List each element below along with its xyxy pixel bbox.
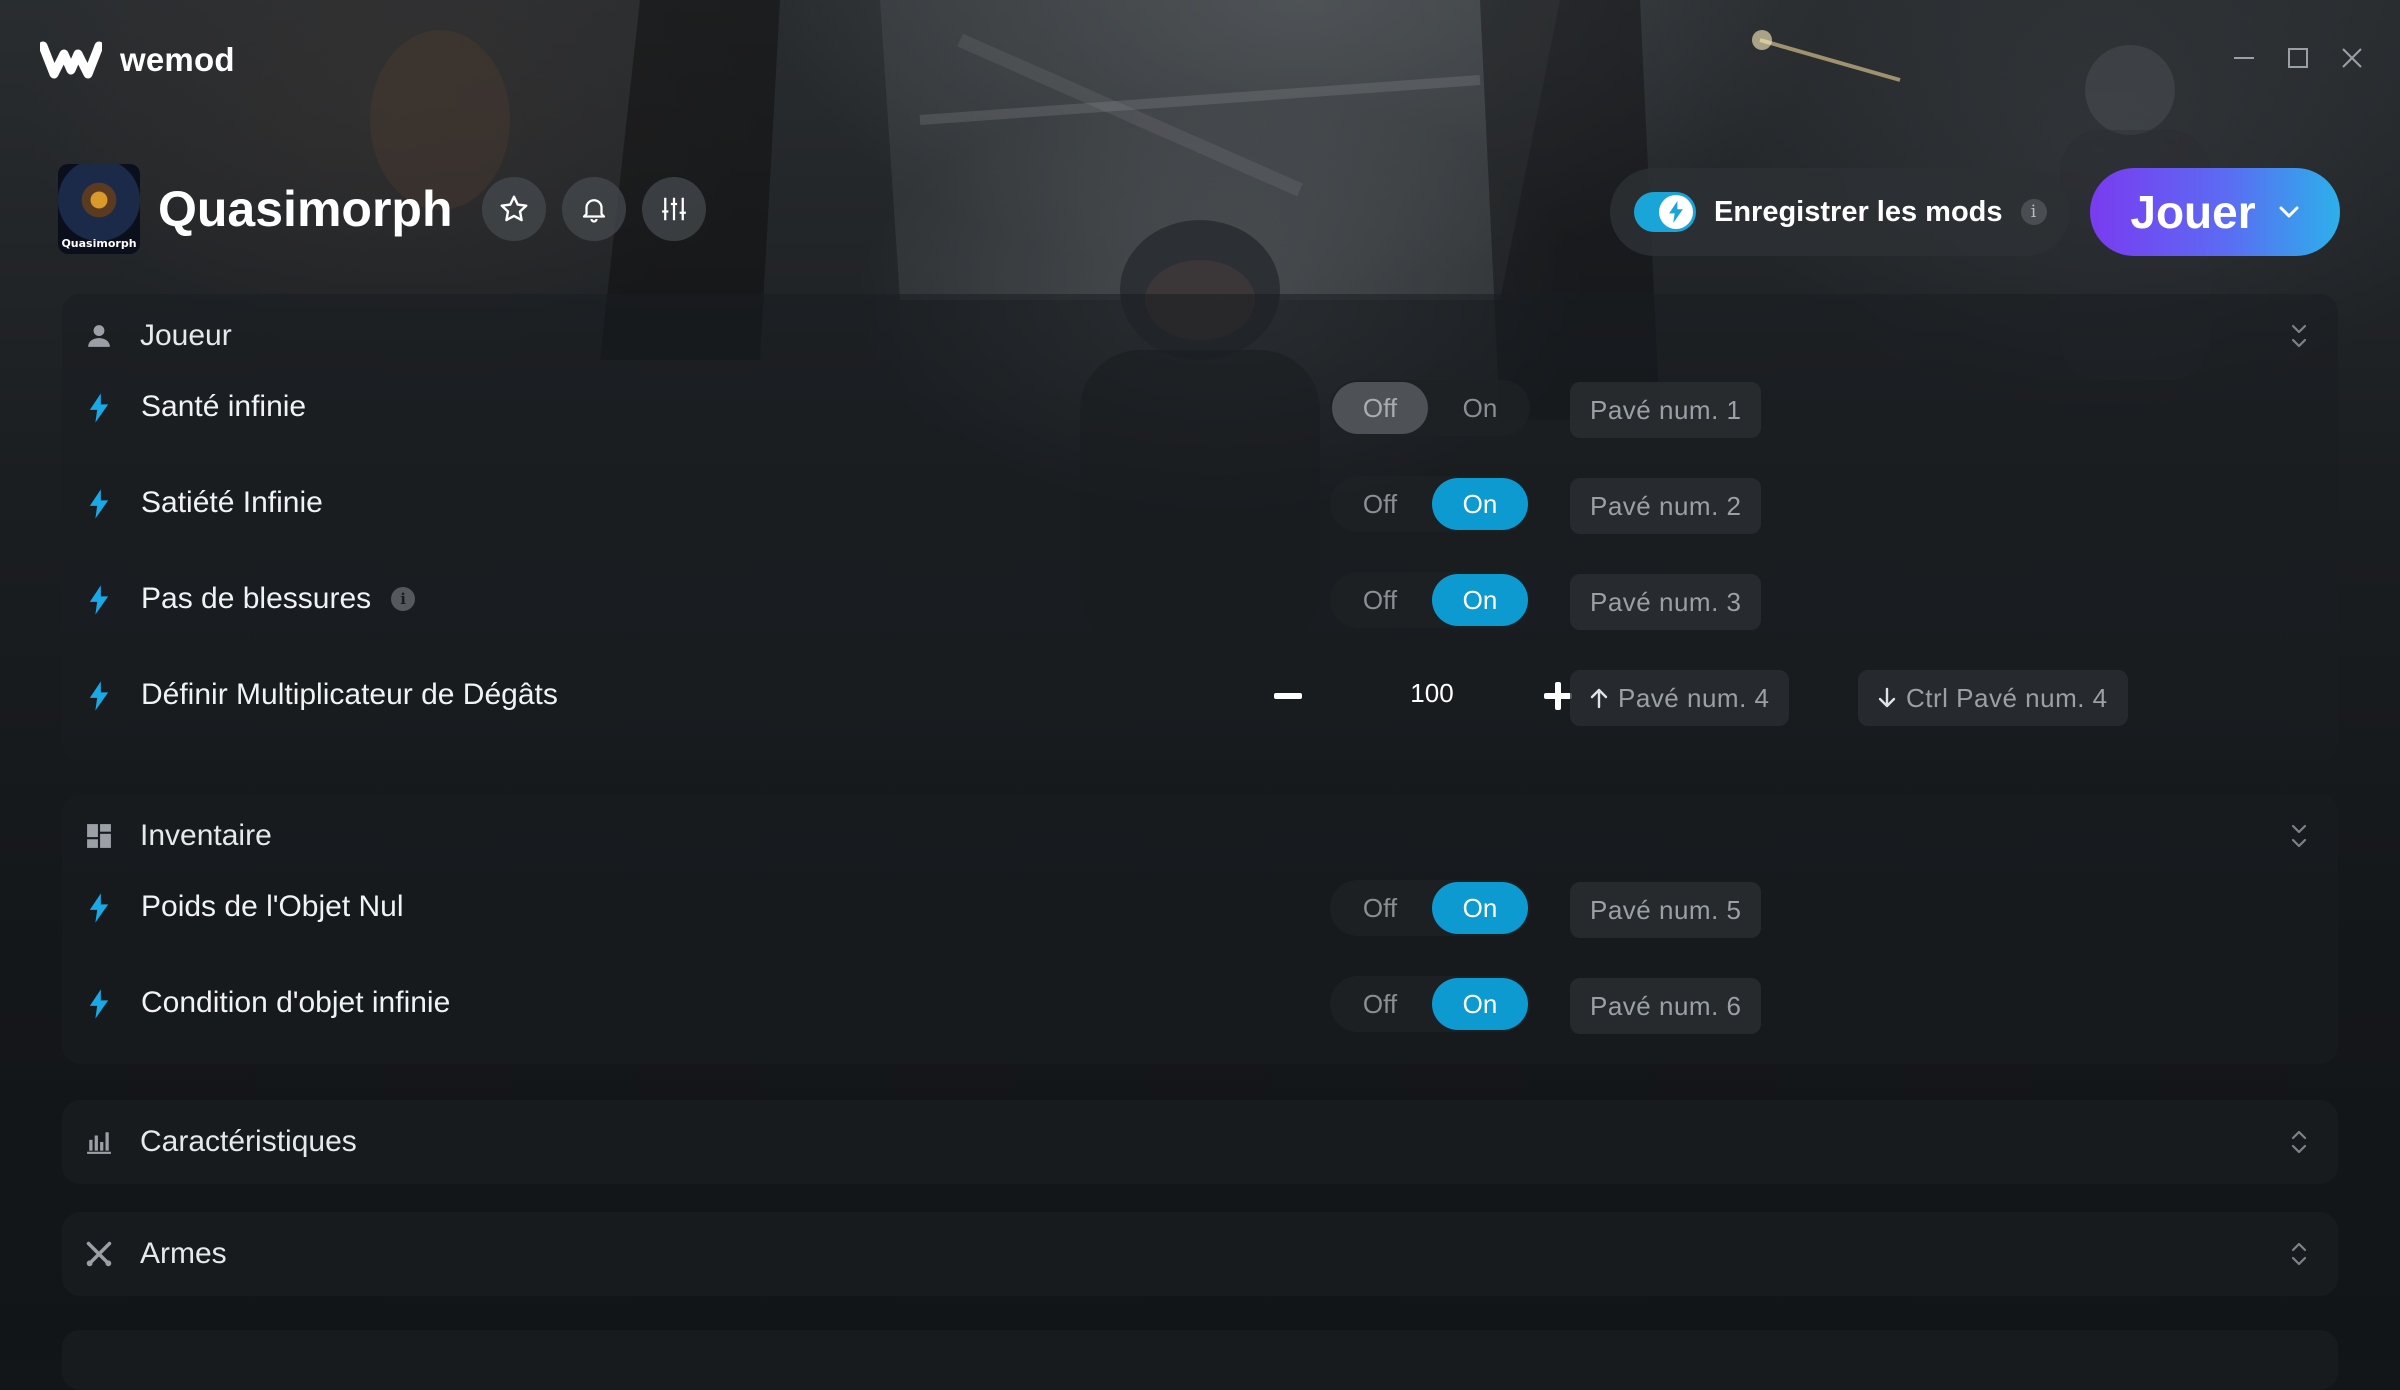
play-label: Jouer (2130, 186, 2256, 238)
chevron-down-icon[interactable] (2278, 205, 2300, 219)
mod-row: Satiété Infinie Off On Pavé num. 2 (62, 456, 2338, 552)
expand-chevron-icon[interactable] (2288, 1236, 2310, 1272)
title-bar: wemod (0, 0, 2400, 120)
toggle-off[interactable]: Off (1332, 478, 1428, 530)
expand-chevron-icon[interactable] (2288, 1124, 2310, 1160)
info-icon[interactable]: i (391, 587, 416, 611)
record-mods-label: Enregistrer les mods (1714, 195, 2003, 228)
mod-label: Santé infinie (141, 390, 307, 423)
bell-icon (583, 199, 606, 223)
mod-toggle[interactable]: Off On (1330, 380, 1530, 436)
hotkey-text: Ctrl Pavé num. 4 (1906, 682, 2108, 713)
star-icon (501, 195, 528, 222)
mod-toggle[interactable]: Off On (1330, 976, 1530, 1032)
game-thumbnail: Quasimorph (58, 164, 140, 254)
section-caracteristiques[interactable]: Caractéristiques (62, 1100, 2338, 1184)
notifications-button[interactable] (562, 177, 627, 241)
toggle-on[interactable]: On (1432, 978, 1528, 1030)
collapse-chevron-icon[interactable] (2288, 818, 2310, 854)
brand-name: wemod (120, 41, 235, 78)
bolt-icon (89, 489, 109, 519)
bolt-icon (89, 393, 109, 423)
bar-chart-icon (84, 1127, 114, 1157)
hotkey-chip[interactable]: Pavé num. 1 (1570, 382, 1762, 438)
record-mods-toggle[interactable]: Enregistrer les mods i (1610, 168, 2070, 256)
section-caracteristiques-header[interactable]: Caractéristiques (62, 1100, 2338, 1184)
game-title: Quasimorph (158, 181, 453, 237)
toggle-on[interactable]: On (1432, 382, 1528, 434)
game-thumbnail-label: Quasimorph (61, 237, 137, 250)
section-title: Inventaire (140, 819, 272, 852)
maximize-icon[interactable] (2284, 44, 2312, 72)
hotkey-chip-decrease[interactable]: Ctrl Pavé num. 4 (1858, 670, 2128, 726)
mod-toggle[interactable]: Off On (1330, 572, 1530, 628)
hotkey-chip-increase[interactable]: Pavé num. 4 (1570, 670, 1790, 726)
hotkey-text: Pavé num. 4 (1618, 682, 1770, 713)
play-button[interactable]: Jouer (2090, 168, 2340, 256)
wemod-logo-icon (40, 41, 102, 79)
mod-label: Poids de l'Objet Nul (141, 890, 404, 923)
settings-button[interactable] (642, 177, 707, 241)
section-armes-header[interactable]: Armes (62, 1212, 2338, 1296)
bolt-icon (1669, 201, 1683, 223)
mod-label-text: Pas de blessures (141, 582, 372, 615)
toggle-on[interactable]: On (1432, 478, 1528, 530)
favorite-button[interactable] (482, 177, 547, 241)
brand: wemod (40, 40, 235, 80)
hotkey-chip[interactable]: Pavé num. 3 (1570, 574, 1762, 630)
section-inventaire: Inventaire Poids de l'Objet Nul Off On P… (62, 794, 2338, 1064)
user-icon (84, 321, 114, 351)
sliders-icon (662, 197, 687, 221)
section-title: Caractéristiques (140, 1125, 357, 1158)
arrow-down-icon (1878, 687, 1896, 708)
bolt-icon (89, 681, 109, 711)
mod-label: Définir Multiplicateur de Dégâts (141, 678, 558, 711)
mod-label: Satiété Infinie (141, 486, 323, 519)
section-joueur: Joueur Santé infinie Off On Pavé num. 1 … (62, 294, 2338, 760)
minus-icon[interactable] (1270, 678, 1306, 714)
mod-row: Santé infinie Off On Pavé num. 1 (62, 360, 2338, 456)
mod-label: Condition d'objet infinie (141, 986, 451, 1019)
toggle-on[interactable]: On (1432, 574, 1528, 626)
mod-row: Définir Multiplicateur de Dégâts 100 Pav… (62, 648, 2338, 744)
section-title: Joueur (140, 319, 232, 352)
bolt-icon (89, 989, 109, 1019)
mod-row: Condition d'objet infinie Off On Pavé nu… (62, 956, 2338, 1052)
bolt-icon (89, 893, 109, 923)
toggle-off[interactable]: Off (1332, 978, 1428, 1030)
close-icon[interactable] (2338, 44, 2366, 72)
mod-row: Poids de l'Objet Nul Off On Pavé num. 5 (62, 860, 2338, 956)
mod-toggle[interactable]: Off On (1330, 476, 1530, 532)
toggle-on[interactable]: On (1432, 882, 1528, 934)
hotkey-chip[interactable]: Pavé num. 2 (1570, 478, 1762, 534)
crossed-swords-icon (84, 1239, 114, 1269)
bolt-icon (89, 585, 109, 615)
mod-label: Pas de blessures i (141, 582, 416, 616)
collapse-chevron-icon[interactable] (2288, 318, 2310, 354)
mod-toggle[interactable]: Off On (1330, 880, 1530, 936)
mod-row: Pas de blessures i Off On Pavé num. 3 (62, 552, 2338, 648)
info-icon[interactable]: i (2020, 199, 2047, 225)
toggle-off[interactable]: Off (1332, 882, 1428, 934)
minimize-icon[interactable] (2230, 44, 2258, 72)
arrow-up-icon (1590, 688, 1608, 709)
record-switch[interactable] (1634, 192, 1696, 232)
section-partial[interactable] (62, 1330, 2338, 1390)
hotkey-chip[interactable]: Pavé num. 6 (1570, 978, 1762, 1034)
grid-icon (84, 821, 114, 851)
toggle-off[interactable]: Off (1332, 382, 1428, 434)
stepper-value[interactable]: 100 (1372, 678, 1492, 709)
section-armes[interactable]: Armes (62, 1212, 2338, 1296)
hotkey-chip[interactable]: Pavé num. 5 (1570, 882, 1762, 938)
section-title: Armes (140, 1237, 227, 1270)
game-header: Quasimorph Quasimorph (58, 164, 722, 254)
window-controls (2230, 44, 2366, 72)
toggle-off[interactable]: Off (1332, 574, 1428, 626)
